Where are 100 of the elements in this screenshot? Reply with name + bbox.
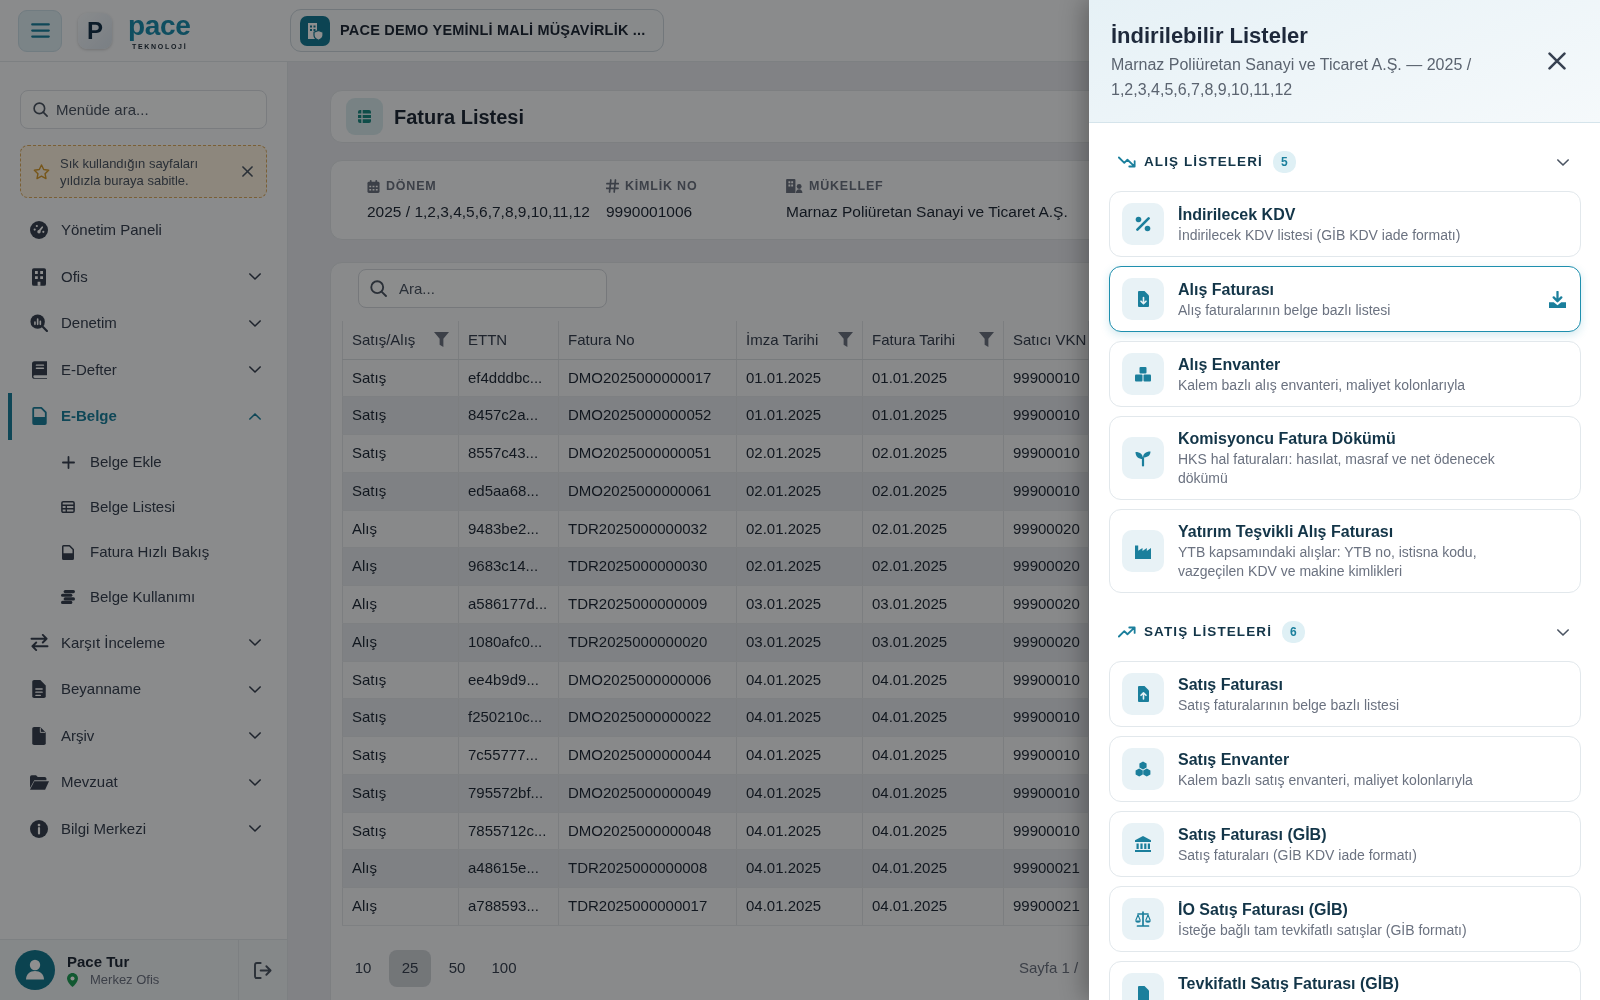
list-card[interactable]: Alış Envanter Kalem bazlı alış envanteri, maliyet kolonlarıyla [1109,341,1581,407]
table-cell: Satış [342,812,459,850]
sidebar-item[interactable]: Beyanname [8,666,267,713]
trend-down-icon [1118,156,1136,168]
table-cell: 02.01.2025 [736,547,863,586]
percent-icon [1122,203,1164,245]
sidebar-item[interactable]: Karşıt İnceleme [8,619,267,666]
info-label: KİMLİK NO [625,178,698,195]
info-label: DÖNEM [386,178,437,195]
list-card[interactable]: Satış Faturası Satış faturalarının belge bazlı listesi [1109,661,1581,727]
table-cell: Alış [342,887,459,926]
table-cell: 99900021 [1003,887,1089,926]
company-selector[interactable]: PACE DEMO YEMİNLİ MALİ MÜŞAVİRLİK ... [290,9,665,52]
document-icon [32,680,46,699]
page-size-button[interactable]: 25 [389,949,431,987]
sidebar-item[interactable]: Bilgi Merkezi [8,805,267,852]
sidebar-item[interactable]: E-Belge [8,393,267,440]
bank-icon [1122,823,1164,865]
page-size-button[interactable]: 100 [483,949,525,987]
table-cell: 04.01.2025 [736,736,863,775]
chevron-down-icon[interactable] [1557,158,1569,166]
folder-icon [29,774,49,790]
column-header: Fatura No [568,329,635,350]
table-cell: 01.01.2025 [736,359,863,397]
filter-icon[interactable] [979,332,994,348]
count-badge: 5 [1272,151,1296,173]
table-cell: 7c55777... [458,736,559,775]
sidebar-item[interactable]: Mevzuat [8,759,267,806]
sidebar-item[interactable]: Denetim [8,300,267,347]
table-search-field[interactable]: Ara... [358,269,607,308]
table-cell: DMO2025000000052 [558,396,737,435]
magnifier-chart-icon [30,314,48,333]
sidebar-item[interactable]: Arşiv [8,712,267,759]
info-value: Marnaz Poliüretan Sanayi ve Ticaret A.Ş. [786,201,1069,222]
cubes-icon [1122,748,1164,790]
sidebar-item[interactable]: Yönetim Paneli [8,207,267,254]
menu-button[interactable] [18,9,62,52]
menu-icon [30,23,50,38]
file-icon [62,544,74,560]
section-title: SATIŞ LİSTELERİ [1144,622,1272,641]
chevron-down-icon[interactable] [1557,628,1569,636]
list-card[interactable]: Komisyoncu Fatura Dökümü HKS hal faturaları: hasılat, masraf ve net ödenecek dökümü [1109,416,1581,500]
card-description: Satış faturalarının belge bazlı listesi [1178,695,1399,715]
building-person-icon [786,179,803,194]
table-cell: 99900020 [1003,623,1089,661]
sidebar-subitem[interactable]: Belge Listesi [8,484,267,530]
table-cell: 03.01.2025 [736,585,863,624]
user-location: Merkez Ofis [90,971,160,988]
sidebar-subitem[interactable]: Fatura Hızlı Bakış [8,529,267,575]
table-cell: 7855712c... [458,812,559,850]
card-title: İndirilecek KDV [1178,204,1297,225]
list-card[interactable]: İndirilecek KDV İndirilecek KDV listesi (GİB KDV iade formatı) [1109,191,1581,257]
search-icon [370,280,387,297]
table-cell: ee4b9d9... [458,661,559,699]
table-cell: 02.01.2025 [736,472,863,510]
table-cell: 99900010 [1003,396,1089,435]
filter-icon[interactable] [434,332,449,348]
table-cell: 04.01.2025 [862,774,1004,812]
logo-mark: P [78,12,112,49]
menu-search-field[interactable]: Menüde ara... [20,90,267,129]
sidebar-item[interactable]: Ofis [8,253,267,300]
list-card[interactable]: Yatırım Teşvikli Alış Faturası YTB kapsamındaki alışlar: YTB no, istisna kodu, vazgeçilen KDV ve makine kimlikleri [1109,509,1581,593]
page-size-button[interactable]: 10 [342,949,384,987]
filter-icon[interactable] [838,332,853,348]
sidebar-item[interactable]: E-Defter [8,346,267,393]
list-card[interactable]: Alış Faturası Alış faturalarının belge bazlı listesi [1109,266,1581,332]
file-icon [31,407,47,426]
table-cell: 99900021 [1003,849,1089,888]
list-card[interactable]: Satış Faturası (GİB) Satış faturaları (GİB KDV iade formatı) [1109,811,1581,877]
table-cell: 8557c43... [458,434,559,473]
table-cell: Satış [342,434,459,473]
page-size-button[interactable]: 50 [436,949,478,987]
table-cell: Satış [342,661,459,699]
sidebar-subitem[interactable]: Belge Ekle [8,439,267,485]
search-icon [33,102,48,117]
table-cell: 99900010 [1003,434,1089,473]
table-cell: 04.01.2025 [862,887,1004,926]
card-title: Yatırım Teşvikli Alış Faturası [1178,522,1395,542]
close-icon [1548,52,1566,70]
sidebar-subitem[interactable]: Belge Kullanımı [8,574,267,620]
table-cell: ed5aa68... [458,472,559,510]
table-cell: 1080afc0... [458,623,559,661]
book-icon [31,360,47,379]
info-value: 2025 / 1,2,3,4,5,6,7,8,9,10,11,12 [367,201,591,222]
download-icon[interactable] [1549,290,1566,308]
list-card[interactable]: Tevkifatlı Satış Faturası (GİB) [1109,961,1581,1000]
table-cell: TDR2025000000020 [558,623,737,661]
table-cell: TDR2025000000030 [558,547,737,586]
table-cell: 99900020 [1003,585,1089,624]
card-title: İO Satış Faturası (GİB) [1178,899,1349,920]
table-cell: DMO2025000000022 [558,698,737,737]
table-cell: 99900010 [1003,661,1089,699]
plus-icon [61,455,75,469]
table-cell: DMO2025000000049 [558,774,737,812]
drawer-title: İndirilebilir Listeler [1111,21,1309,50]
list-card[interactable]: Satış Envanter Kalem bazlı satış envanteri, maliyet kolonlarıyla [1109,736,1581,802]
building-shield-icon [300,15,330,46]
table-cell: a48615e... [458,849,559,888]
list-card[interactable]: İO Satış Faturası (GİB) İsteğe bağlı tam tevkifatlı satışlar (GİB formatı) [1109,886,1581,952]
card-title: Satış Envanter [1178,749,1291,770]
